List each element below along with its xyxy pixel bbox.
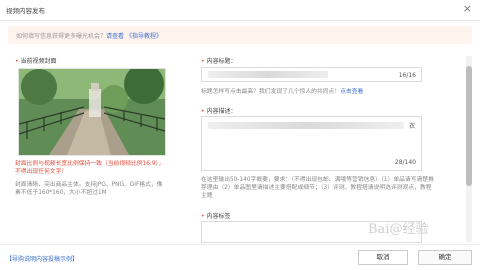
title-value-blurred xyxy=(208,71,328,78)
cover-photo xyxy=(19,69,165,155)
scrollbar-thumb[interactable] xyxy=(466,66,472,186)
scrollbar[interactable] xyxy=(466,56,472,242)
dialog-footer: 【导购说明内容投稿示例】 取消 确定 xyxy=(0,244,480,270)
desc-hint: 在这里输出50-140字概要，要求：（不得出现包邮、满哦等营销信息）（1）单品请… xyxy=(201,177,434,199)
title-count: 16/16 xyxy=(398,72,416,79)
guide-link[interactable]: 【导购说明内容投稿示例】 xyxy=(6,254,78,263)
title-hint-link[interactable]: 点击查看 xyxy=(340,89,363,95)
cover-label: • 当前视频封面 xyxy=(15,58,57,65)
cover-image[interactable] xyxy=(18,68,166,156)
desc-value-blurred xyxy=(208,122,404,129)
notice-link-view[interactable]: 请查看 xyxy=(106,33,124,40)
watermark: Bai@经验 xyxy=(368,222,429,237)
title-hint: 标题怎样写点击最高？我们发现了几个惊人的共同点！点击查看 xyxy=(201,89,364,95)
desc-tail-char: 衣 xyxy=(408,123,415,130)
cancel-button[interactable]: 取消 xyxy=(358,250,408,265)
notice-banner: 如何填写信息获得更多曝光机会？请查看 《指导教程》 xyxy=(8,26,472,44)
confirm-button[interactable]: 确定 xyxy=(418,250,472,265)
title-label: • 内容标题： xyxy=(201,58,237,65)
dialog-title: 视频内容发布 xyxy=(6,7,45,15)
cover-warning: 封面比例与视频长宽比例保持一致（当前视频比例16:9），不得出现任何文字！ xyxy=(15,161,165,175)
cover-hint: 封面清晰，突出商品主体。支持JPG、PNG、GIF格式，像素不低于160*160… xyxy=(15,182,163,196)
desc-textarea[interactable]: 衣 28/140 xyxy=(201,116,422,171)
notice-text: 如何填写信息获得更多曝光机会？请查看 《指导教程》 xyxy=(16,33,162,40)
dialog-titlebar: 视频内容发布 × xyxy=(0,0,480,21)
title-input[interactable]: 16/16 xyxy=(201,67,422,82)
desc-label: • 内容描述： xyxy=(201,108,237,115)
close-icon[interactable]: × xyxy=(463,2,472,16)
tags-label: • 内容标签 xyxy=(201,213,231,220)
desc-count: 28/140 xyxy=(394,159,416,166)
notice-link-tutorial[interactable]: 《指导教程》 xyxy=(126,33,162,40)
